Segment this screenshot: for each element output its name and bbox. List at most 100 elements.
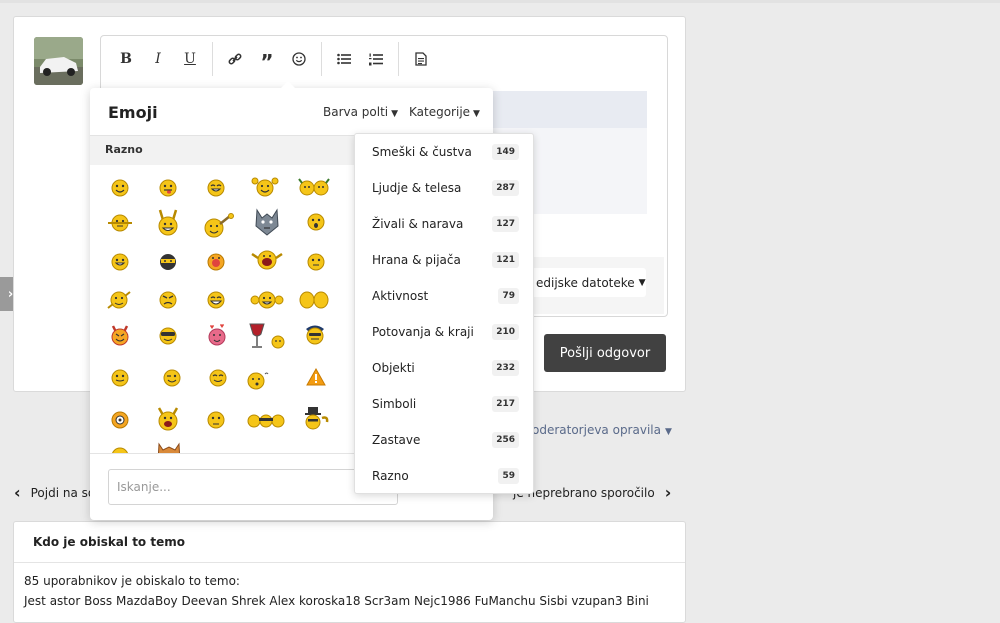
bullet-list-button[interactable] xyxy=(328,43,360,75)
underline-button[interactable]: U xyxy=(174,43,206,75)
smiley-emoji[interactable] xyxy=(110,178,130,198)
amazed-emoji[interactable] xyxy=(110,410,130,430)
quote-button[interactable]: ” xyxy=(251,43,283,75)
source-button[interactable] xyxy=(405,43,437,75)
attach-files-button[interactable]: edijske datoteke ▼ xyxy=(528,268,646,297)
eyes-emoji[interactable] xyxy=(298,290,330,310)
wink-emoji[interactable] xyxy=(162,368,182,388)
yell-emoji[interactable] xyxy=(156,406,180,432)
emoji-picker-title: Emoji xyxy=(108,103,158,122)
category-item[interactable]: Objekti 232 xyxy=(355,350,533,386)
devil-emoji[interactable] xyxy=(110,324,130,346)
laugh-emoji[interactable] xyxy=(206,290,226,310)
hug-emoji[interactable] xyxy=(106,212,134,234)
category-dropdown[interactable]: Kategorije ▼ xyxy=(409,105,480,119)
grin-emoji[interactable] xyxy=(206,178,226,198)
group-emoji[interactable] xyxy=(246,412,286,430)
italic-button[interactable]: I xyxy=(142,43,174,75)
attach-files-label: edijske datoteke xyxy=(536,275,635,290)
top-bar xyxy=(0,0,1000,3)
shout-emoji[interactable] xyxy=(250,248,284,272)
category-count-badge: 210 xyxy=(492,324,519,340)
category-item[interactable]: Simboli 217 xyxy=(355,386,533,422)
tongue-emoji[interactable] xyxy=(158,178,178,198)
category-item-label: Simboli xyxy=(372,397,417,411)
send-reply-button[interactable]: Pošlji odgovor xyxy=(544,334,666,372)
category-item[interactable]: Potovanja & kraji 210 xyxy=(355,314,533,350)
happy-emoji[interactable] xyxy=(110,252,130,272)
category-count-badge: 287 xyxy=(492,180,519,196)
neutral-emoji[interactable] xyxy=(110,368,130,388)
avatar xyxy=(34,37,83,85)
link-button[interactable] xyxy=(219,43,251,75)
category-item[interactable]: Aktivnost 79 xyxy=(355,278,533,314)
category-item[interactable]: Hrana & pijača 121 xyxy=(355,242,533,278)
category-item[interactable]: Smeški & čustva 149 xyxy=(355,134,533,170)
chevron-left-icon: ‹ xyxy=(14,483,21,502)
caret-down-icon: ▼ xyxy=(664,427,672,437)
moderator-tools-label: oderatorjeva opravila xyxy=(532,423,661,437)
music-emoji[interactable] xyxy=(202,212,234,240)
document-icon xyxy=(415,52,427,66)
content-emoji[interactable] xyxy=(208,368,228,388)
caret-down-icon: ▼ xyxy=(473,109,480,119)
toolbar-divider xyxy=(398,42,399,76)
category-item[interactable]: Zastave 256 xyxy=(355,422,533,458)
worried-emoji[interactable] xyxy=(206,410,226,430)
prev-thread-link[interactable]: ‹ Pojdi na so xyxy=(14,483,95,502)
skin-tone-dropdown[interactable]: Barva polti ▼ xyxy=(323,105,398,119)
love-emoji[interactable] xyxy=(206,322,228,348)
category-item[interactable]: Živali & narava 127 xyxy=(355,206,533,242)
whistle-emoji[interactable] xyxy=(246,370,270,390)
gentleman-emoji[interactable] xyxy=(300,406,330,430)
prev-thread-label: Pojdi na so xyxy=(30,485,96,500)
category-count-badge: 121 xyxy=(492,252,519,268)
cheer-emoji[interactable] xyxy=(250,176,280,198)
clap-emoji[interactable] xyxy=(250,288,284,310)
next-unread-label: je neprebrano sporočilo xyxy=(513,485,655,500)
two-cheer-emoji[interactable] xyxy=(296,176,332,198)
smiley-icon xyxy=(292,52,306,66)
link-icon xyxy=(228,53,242,65)
angry-emoji[interactable] xyxy=(158,290,178,310)
category-item[interactable]: Razno 59 xyxy=(355,458,533,494)
category-item[interactable]: Ljudje & telesa 287 xyxy=(355,170,533,206)
send-reply-label: Pošlji odgovor xyxy=(559,345,651,361)
category-item-label: Živali & narava xyxy=(372,217,464,231)
visitors-count: 85 uporabnikov je obiskalo to temo: xyxy=(24,574,240,588)
wolf-emoji[interactable] xyxy=(254,208,280,236)
category-count-badge: 232 xyxy=(492,360,519,376)
moderator-tools-link[interactable]: oderatorjeva opravila ▼ xyxy=(532,423,672,437)
category-count-badge: 256 xyxy=(492,432,519,448)
bold-icon: B xyxy=(120,51,132,67)
emoji-button[interactable] xyxy=(283,43,315,75)
bold-button[interactable]: B xyxy=(110,43,142,75)
warning-emoji[interactable] xyxy=(306,368,326,386)
category-item-label: Hrana & pijača xyxy=(372,253,461,267)
cheers-emoji[interactable] xyxy=(248,322,286,352)
police-emoji[interactable] xyxy=(304,322,326,346)
emoji-grid xyxy=(100,164,360,454)
wow-emoji[interactable] xyxy=(206,252,226,272)
arms-up-emoji[interactable] xyxy=(156,208,180,238)
category-menu: Smeški & čustva 149 Ljudje & telesa 287 Ži… xyxy=(354,133,534,494)
visitors-block: Kdo je obiskal to temo 85 uporabnikov je… xyxy=(13,521,686,623)
category-item-label: Zastave xyxy=(372,433,421,447)
sunglasses-emoji[interactable] xyxy=(158,326,178,346)
quote-icon: ” xyxy=(260,50,274,74)
thinking-emoji[interactable] xyxy=(306,252,326,272)
dance-emoji[interactable] xyxy=(106,288,132,312)
bullet-list-icon xyxy=(337,53,351,65)
next-unread-link[interactable]: je neprebrano sporočilo › xyxy=(513,483,671,502)
chevron-right-icon: › xyxy=(664,483,672,502)
category-count-badge: 59 xyxy=(498,468,519,484)
numbered-list-button[interactable] xyxy=(360,43,392,75)
category-count-badge: 127 xyxy=(492,216,519,232)
ninja-emoji[interactable] xyxy=(158,252,178,272)
surprised-emoji[interactable] xyxy=(306,212,326,232)
numbered-list-icon xyxy=(369,53,383,65)
toolbar-divider xyxy=(212,42,213,76)
underline-icon: U xyxy=(184,51,196,67)
category-item-label: Razno xyxy=(372,469,409,483)
italic-icon: I xyxy=(155,51,161,67)
